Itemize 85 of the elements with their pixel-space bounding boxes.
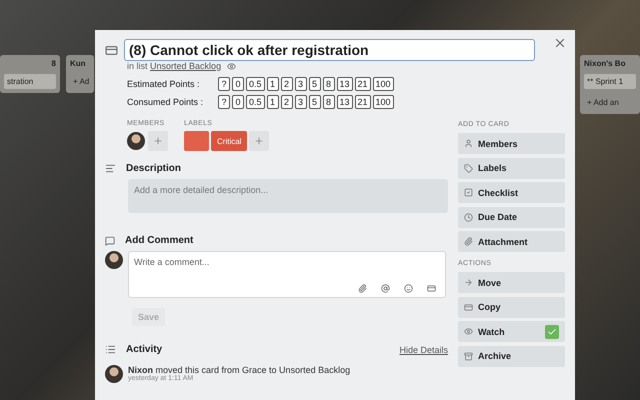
comment-icon [105,236,115,246]
button-label: Move [478,278,502,288]
button-label: Checklist [478,188,518,198]
sidebar-button[interactable]: Due Date [458,206,565,228]
point-button[interactable]: ? [218,95,230,109]
button-label: Members [478,138,518,148]
point-button[interactable]: 0 [232,95,244,109]
point-button[interactable]: 3 [294,77,307,91]
arrow-icon [464,278,473,287]
archive-icon [464,352,473,360]
point-button[interactable]: 21 [354,77,371,91]
points-label: Consumed Points : [127,97,204,107]
sidebar-button[interactable]: Move [458,272,565,293]
description-icon [105,163,116,174]
points-label: Estimated Points : [127,79,201,89]
point-button[interactable]: 2 [280,95,293,109]
eye-icon [227,62,236,70]
list-title: Kun [70,59,87,68]
point-button[interactable]: 5 [308,77,321,91]
section-heading: Activity [126,344,162,355]
board-card[interactable]: + Add an [584,95,636,110]
button-label: Labels [478,163,507,173]
emoji-icon [404,284,413,293]
clock-icon [464,212,473,222]
button-label: Attachment [478,236,528,246]
point-button[interactable]: 1 [266,95,279,109]
point-button[interactable]: 0.5 [246,77,265,91]
close-icon [553,36,567,50]
sidebar-button[interactable]: Checklist [458,182,565,203]
sidebar-button[interactable]: Labels [458,158,565,178]
point-button[interactable]: 13 [336,95,353,109]
section-heading: Add Comment [125,235,194,246]
point-button[interactable]: 3 [294,95,307,109]
card-icon [105,44,118,56]
card-icon [427,284,436,293]
section-heading: Description [126,163,182,174]
point-button[interactable]: 21 [354,95,371,109]
tag-icon [464,164,473,172]
person-icon [464,139,473,148]
point-button[interactable]: 1 [266,77,279,91]
hide-details-link[interactable]: Hide Details [399,344,448,354]
plus-icon [153,136,163,146]
mention-icon [381,284,390,293]
activity-icon [105,344,116,355]
sidebar-button[interactable]: Attachment [458,231,565,252]
board-card[interactable]: + Ad [70,74,90,89]
sidebar-button[interactable]: Watch [458,321,565,342]
paperclip-icon [464,237,473,246]
eye-icon [464,327,473,336]
button-label: Watch [478,326,505,336]
sidebar-button[interactable]: Archive [458,346,565,366]
point-button[interactable]: 8 [322,77,335,91]
sidebar-button[interactable]: Copy [458,296,565,318]
button-label: Due Date [478,212,518,222]
point-button[interactable]: 2 [280,77,293,91]
add-label-button[interactable] [249,131,270,151]
checkbox-icon [464,188,473,197]
button-label: Archive [478,351,512,361]
attach-icon [358,284,367,293]
avatar[interactable] [127,132,145,150]
card-icon [464,302,473,312]
point-button[interactable]: 100 [372,95,394,109]
point-button[interactable]: 0 [232,77,244,91]
title-field[interactable]: (8) Cannot click ok after registration [124,39,535,61]
plus-icon [254,136,264,146]
point-button[interactable]: 100 [372,77,394,91]
avatar [105,365,123,383]
point-button[interactable]: 8 [322,95,335,109]
avatar [105,251,123,269]
list-info: in list Unsorted Backlog [127,61,222,71]
board-card[interactable]: stration [4,74,56,89]
list-title: Nixon's Bo [584,59,626,68]
button-label: Copy [478,302,500,312]
description-field[interactable]: Add a more detailed description... [128,179,448,213]
point-button[interactable]: ? [218,77,230,91]
point-button[interactable]: 5 [308,95,321,109]
close-button[interactable] [553,36,567,50]
list-title: 8 [50,59,56,68]
sidebar-button[interactable]: Members [458,133,565,154]
board-card[interactable]: ** Sprint 1 [584,74,636,89]
label-chip[interactable]: Critical [211,131,248,151]
activity-text: Nixon moved this card from Grace to Unsorted Backlog [128,365,350,375]
list-link[interactable]: Unsorted Backlog [150,61,222,71]
point-button[interactable]: 13 [336,77,353,91]
point-button[interactable]: 0.5 [246,95,265,109]
